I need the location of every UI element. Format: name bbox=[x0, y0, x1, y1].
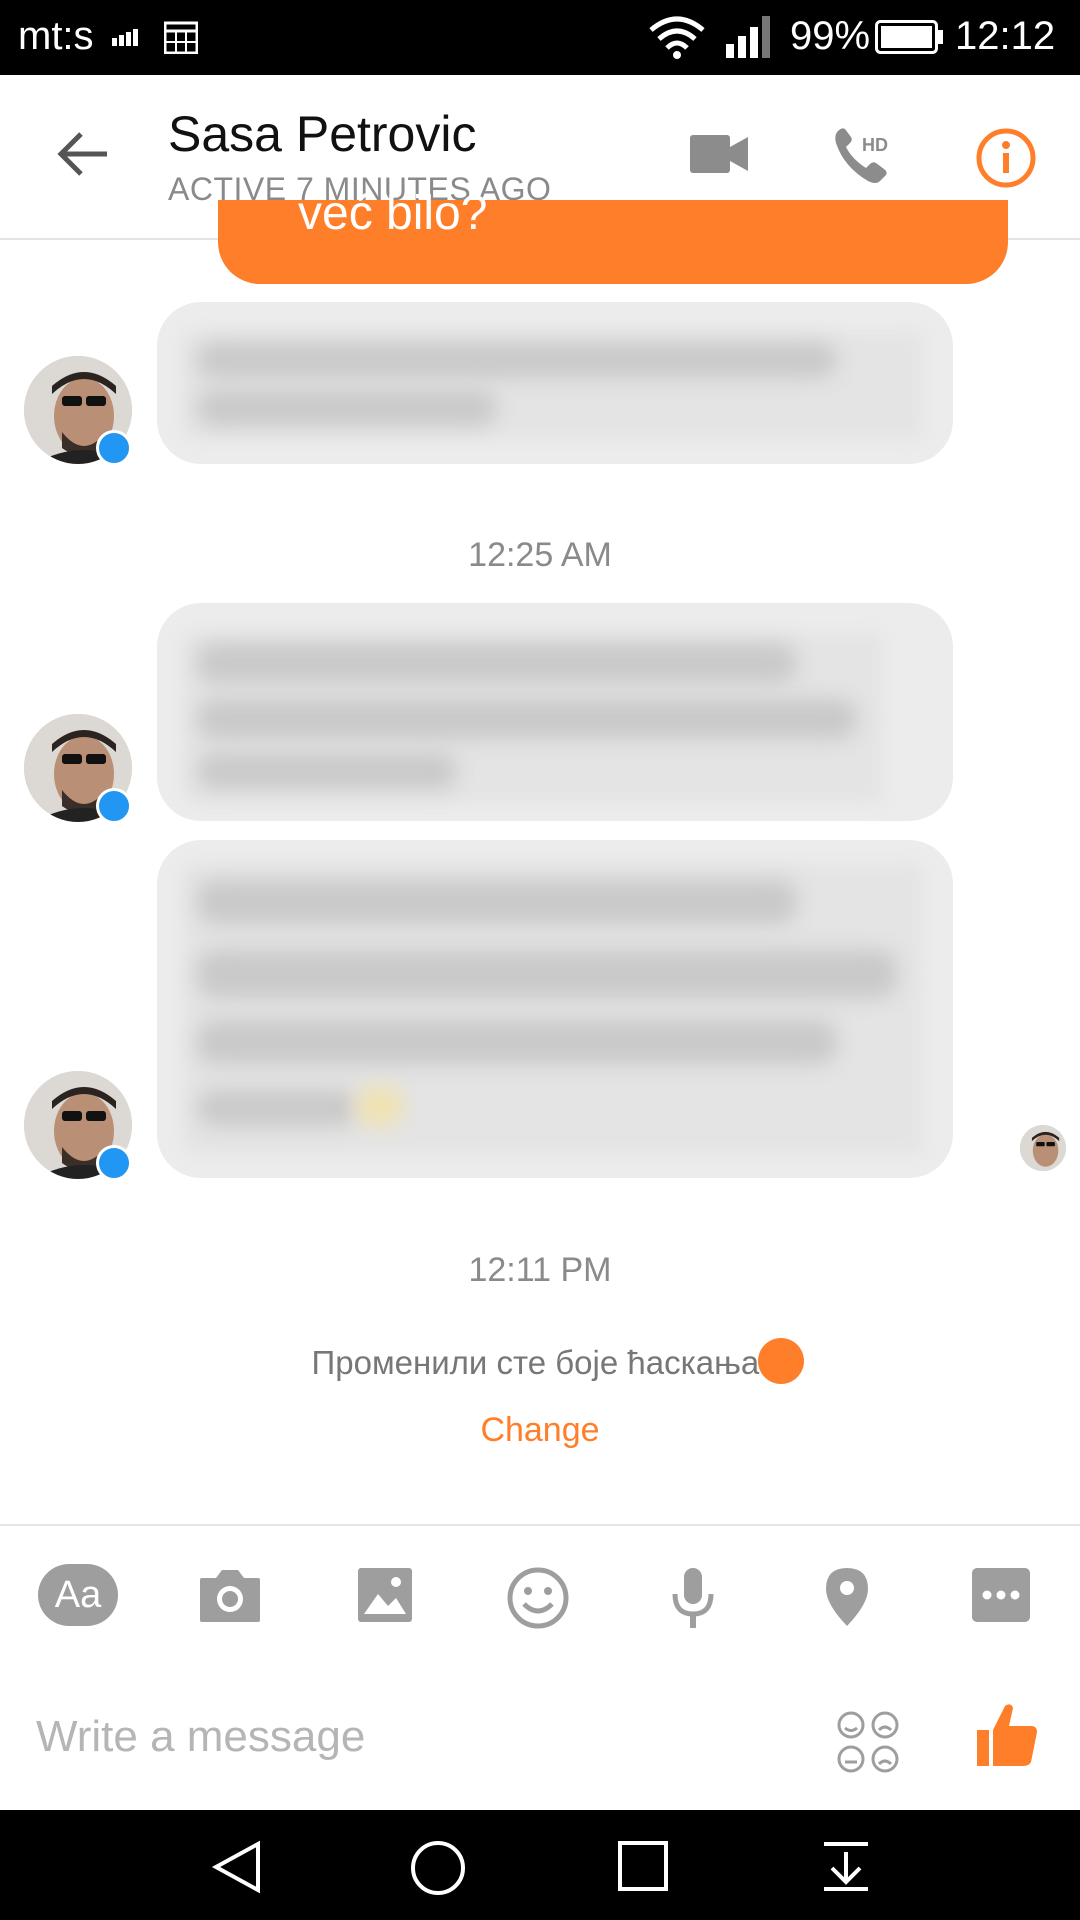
battery-percent: 99% bbox=[790, 14, 871, 58]
cell-signal-icon bbox=[726, 16, 770, 58]
wifi-icon bbox=[649, 16, 705, 59]
received-message-bubble[interactable] bbox=[157, 603, 953, 821]
mini-signal-icon bbox=[112, 29, 138, 46]
hd-phone-icon[interactable]: HD bbox=[832, 127, 898, 187]
nav-recents-icon[interactable] bbox=[617, 1840, 669, 1892]
message-input[interactable]: Write a message bbox=[36, 1712, 365, 1762]
system-nav-bar bbox=[0, 1810, 1080, 1920]
carrier-label: mt:s bbox=[18, 14, 94, 58]
contact-name[interactable]: Sasa Petrovic bbox=[168, 105, 476, 163]
battery-icon bbox=[875, 20, 943, 54]
messenger-badge-icon bbox=[96, 1145, 132, 1181]
emoji-icon[interactable] bbox=[506, 1566, 570, 1630]
sent-message-bubble[interactable]: već bilo? bbox=[218, 187, 1008, 284]
change-color-link[interactable]: Change bbox=[0, 1411, 1080, 1450]
read-receipt-avatar bbox=[1020, 1125, 1066, 1171]
status-clock: 12:12 bbox=[955, 14, 1056, 58]
nav-home-icon[interactable] bbox=[410, 1840, 466, 1896]
text-button-label: Aa bbox=[54, 1574, 102, 1616]
gallery-icon[interactable] bbox=[356, 1566, 414, 1624]
thread-timestamp: 12:11 PM bbox=[468, 1251, 612, 1289]
chat-color-dot bbox=[758, 1338, 804, 1384]
avatar-photo bbox=[1020, 1125, 1066, 1171]
messenger-badge-icon bbox=[96, 788, 132, 824]
composer-divider bbox=[0, 1524, 1080, 1526]
more-icon[interactable] bbox=[970, 1566, 1032, 1624]
svg-text:HD: HD bbox=[862, 135, 888, 155]
messenger-badge-icon bbox=[96, 430, 132, 466]
video-call-icon[interactable] bbox=[690, 133, 750, 175]
stickers-icon[interactable] bbox=[836, 1710, 900, 1774]
received-message-bubble[interactable] bbox=[157, 840, 953, 1178]
back-arrow-icon[interactable] bbox=[55, 130, 109, 178]
location-pin-icon[interactable] bbox=[824, 1566, 870, 1628]
microphone-icon[interactable] bbox=[670, 1566, 716, 1630]
nav-notifications-icon[interactable] bbox=[820, 1840, 872, 1892]
color-change-notice: Променили сте боје ћаскања. bbox=[311, 1344, 769, 1381]
received-message-bubble[interactable] bbox=[157, 302, 953, 464]
status-bar: mt:s 99% 12:12 bbox=[0, 0, 1080, 75]
nav-back-icon[interactable] bbox=[210, 1840, 262, 1894]
sent-message-text: već bilo? bbox=[298, 187, 488, 240]
info-icon[interactable] bbox=[975, 127, 1037, 189]
calendar-icon bbox=[164, 21, 198, 54]
camera-icon[interactable] bbox=[198, 1566, 262, 1624]
thread-timestamp: 12:25 AM bbox=[468, 536, 612, 574]
text-icon[interactable]: Aa bbox=[38, 1564, 118, 1626]
like-thumb-icon[interactable] bbox=[975, 1700, 1039, 1768]
